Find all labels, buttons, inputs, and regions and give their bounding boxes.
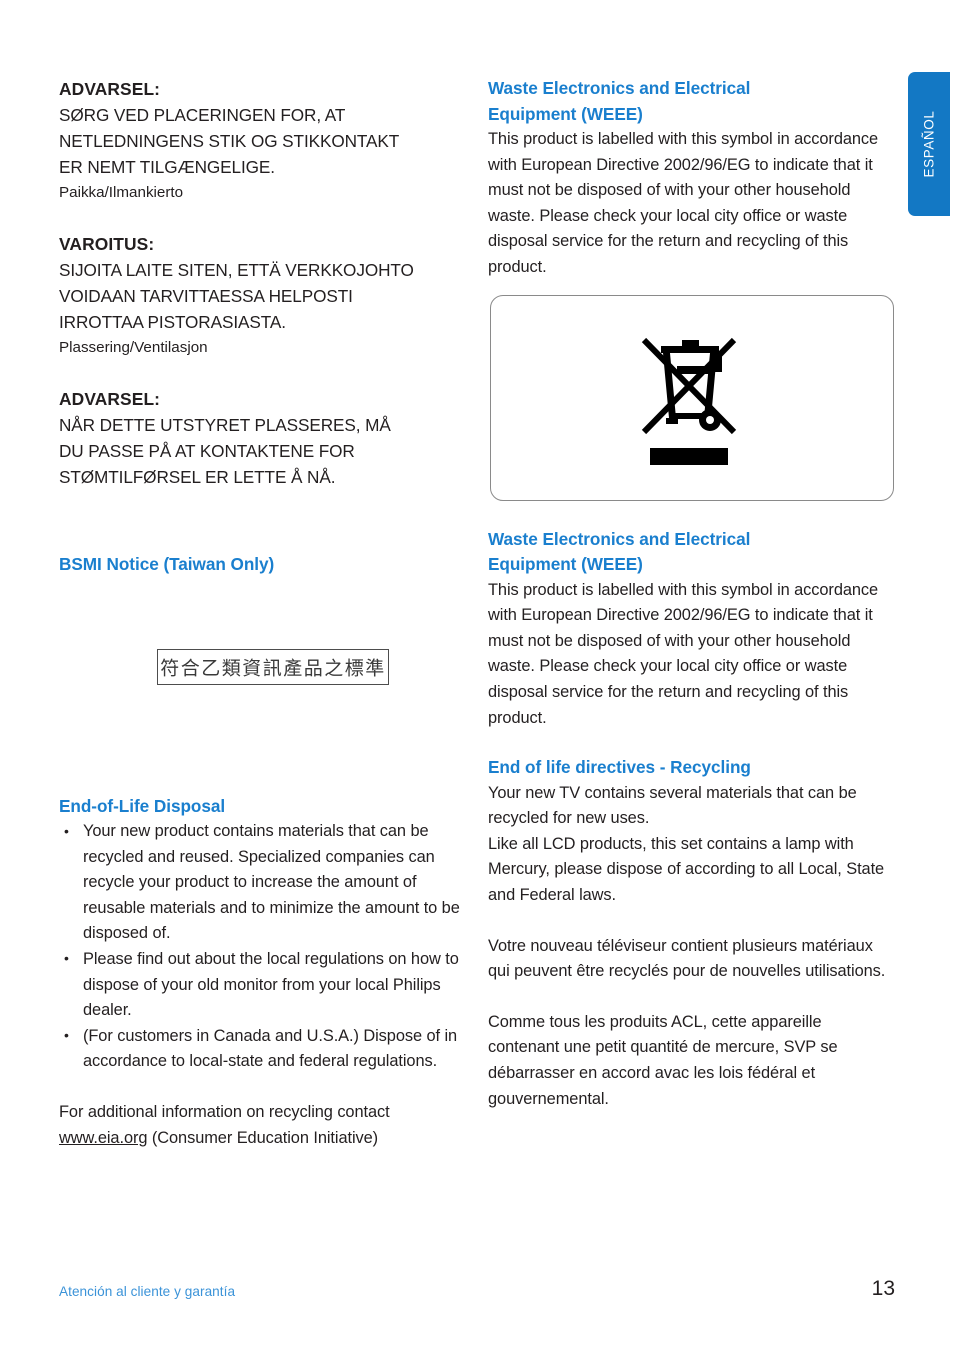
end-of-life-disposal-heading: End-of-Life Disposal bbox=[59, 795, 226, 816]
list-item: Please find out about the local regulati… bbox=[59, 946, 463, 1024]
recycling-contact-prefix: For additional information on recycling … bbox=[59, 1102, 390, 1121]
language-tab-espanol: ESPAÑOL bbox=[908, 72, 950, 216]
language-tab-label: ESPAÑOL bbox=[921, 110, 937, 178]
bsmi-notice-heading: BSMI Notice (Taiwan Only) bbox=[59, 554, 275, 574]
notice-title: VAROITUS: bbox=[59, 234, 155, 254]
notice-title: ADVARSEL: bbox=[59, 389, 161, 409]
crossed-out-wheeled-bin-icon bbox=[641, 337, 737, 465]
weee-heading-line1: Waste Electronics and Electrical bbox=[488, 78, 751, 98]
notice-line: STØMTILFØRSEL ER LETTE Å NÅ. bbox=[59, 467, 336, 487]
weee-heading-line1: Waste Electronics and Electrical bbox=[488, 528, 751, 549]
weee-heading-line2: Equipment (WEEE) bbox=[488, 103, 643, 124]
page-footer: Atención al cliente y garantía 13 bbox=[59, 1277, 895, 1306]
spacer-bsmi-mark bbox=[59, 578, 463, 794]
notice-line: VOIDAAN TARVITTAESSA HELPOSTI bbox=[59, 286, 353, 306]
notice-block-advarsel-2: ADVARSEL: NÅR DETTE UTSTYRET PLASSERES, … bbox=[59, 386, 463, 490]
notice-line: NÅR DETTE UTSTYRET PLASSERES, MÅ bbox=[59, 415, 391, 435]
eia-link[interactable]: www.eia.org bbox=[59, 1129, 147, 1147]
end-of-life-bullet-list: Your new product contains materials that… bbox=[59, 819, 463, 1075]
weee-section-second: Waste Electronics and Electrical Equipme… bbox=[488, 527, 892, 732]
notice-line: IRROTTAA PISTORASIASTA. bbox=[59, 312, 286, 332]
weee-body-text: This product is labelled with this symbo… bbox=[488, 130, 879, 276]
notice-subline: Paikka/Ilmankierto bbox=[59, 184, 184, 201]
notice-title: ADVARSEL: bbox=[59, 79, 161, 99]
recycling-contact-paragraph: For additional information on recycling … bbox=[59, 1100, 463, 1151]
document-page: ESPAÑOL ADVARSEL: SØRG VED PLACERINGEN F… bbox=[0, 0, 954, 1354]
recycling-paragraph-2: Like all LCD products, this set contains… bbox=[488, 834, 885, 904]
notice-line: SIJOITA LAITE SITEN, ETTÄ VERKKOJOHTO bbox=[59, 260, 414, 280]
notice-line: SØRG VED PLACERINGEN FOR, AT bbox=[59, 105, 346, 125]
bsmi-certification-mark: 符合乙類資訊產品之標準 bbox=[157, 649, 389, 685]
list-item: Your new product contains materials that… bbox=[59, 819, 463, 947]
left-column: ADVARSEL: SØRG VED PLACERINGEN FOR, AT N… bbox=[59, 76, 463, 1151]
list-item: (For customers in Canada and U.S.A.) Dis… bbox=[59, 1023, 463, 1075]
notice-line: ER NEMT TILGÆNGELIGE. bbox=[59, 157, 275, 177]
end-of-life-directives-heading: End of life directives - Recycling bbox=[488, 757, 751, 778]
notice-block-advarsel-1: ADVARSEL: SØRG VED PLACERINGEN FOR, AT N… bbox=[59, 76, 463, 205]
notice-line: NETLEDNINGENS STIK OG STIKKONTAKT bbox=[59, 131, 400, 151]
recycling-paragraph-3-fr: Votre nouveau téléviseur contient plusie… bbox=[488, 936, 886, 981]
recycling-contact-suffix: (Consumer Education Initiative) bbox=[147, 1128, 379, 1147]
footer-section-label: Atención al cliente y garantía bbox=[59, 1284, 236, 1299]
right-column: Waste Electronics and Electrical Equipme… bbox=[488, 76, 892, 1112]
notice-block-varoitus: VAROITUS: SIJOITA LAITE SITEN, ETTÄ VERK… bbox=[59, 231, 463, 360]
weee-heading-line2: Equipment (WEEE) bbox=[488, 554, 643, 575]
notice-subline: Plassering/Ventilasjon bbox=[59, 339, 208, 356]
weee-symbol-box bbox=[490, 295, 894, 501]
bsmi-mark-text: 符合乙類資訊產品之標準 bbox=[160, 657, 386, 680]
weee-section-first: Waste Electronics and Electrical Equipme… bbox=[488, 76, 892, 281]
notice-line: DU PASSE PÅ AT KONTAKTENE FOR bbox=[59, 441, 355, 461]
weee-body-text: This product is labelled with this symbo… bbox=[488, 580, 879, 727]
recycling-paragraph-1: Your new TV contains several materials t… bbox=[488, 783, 857, 828]
page-number: 13 bbox=[871, 1277, 895, 1300]
recycling-paragraph-4-fr: Comme tous les produits ACL, cette appar… bbox=[488, 1012, 838, 1108]
